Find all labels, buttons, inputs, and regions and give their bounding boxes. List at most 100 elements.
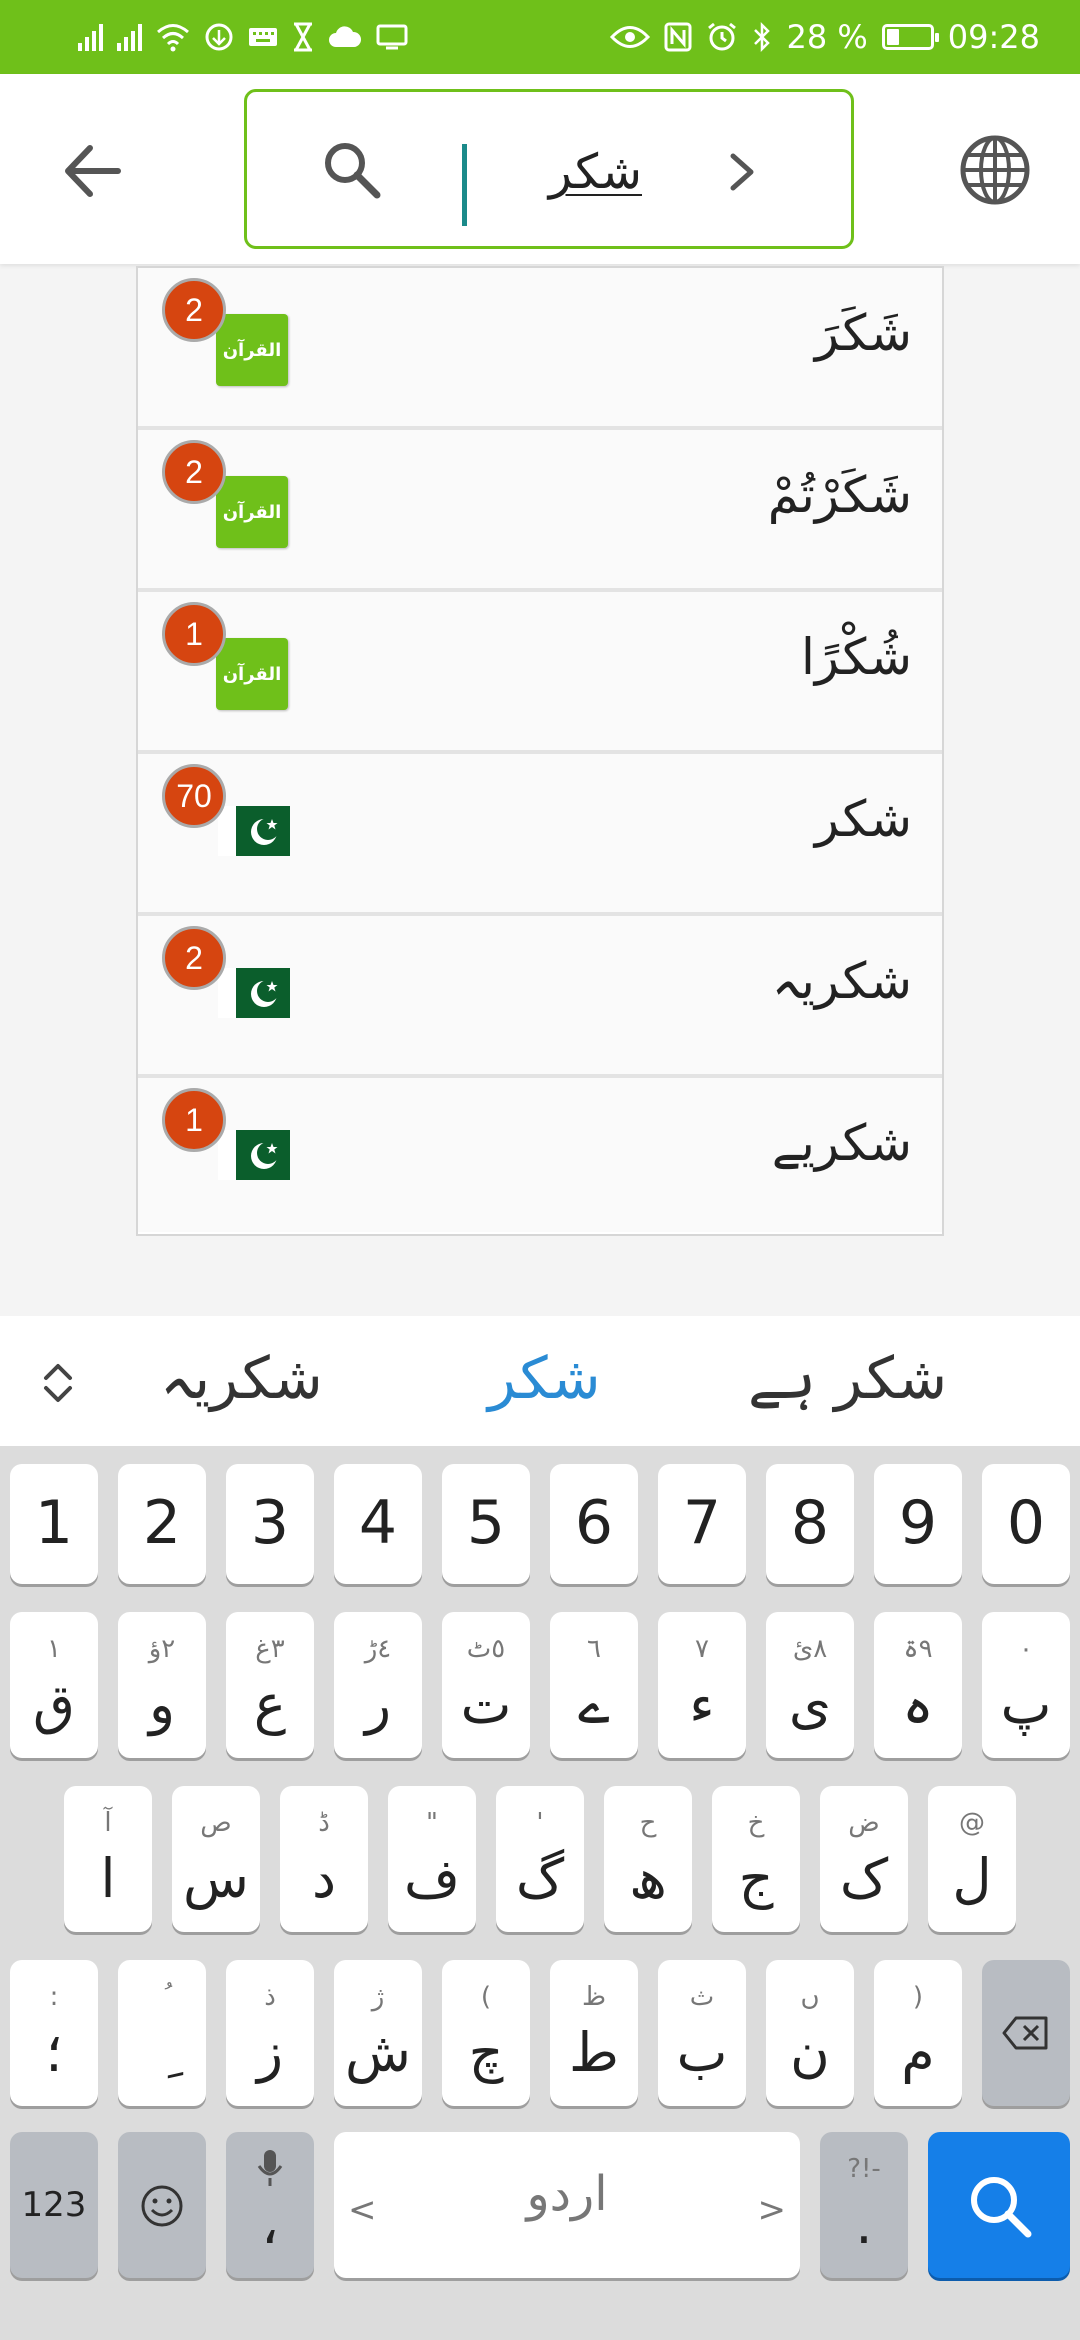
- suggestion-item[interactable]: شکریہ: [160, 1344, 323, 1412]
- number-key[interactable]: 4: [334, 1464, 422, 1584]
- key-label: 8: [790, 1488, 830, 1558]
- alarm-icon: [708, 22, 737, 51]
- key-hint: @: [959, 1808, 985, 1838]
- letter-key[interactable]: : ؛: [10, 1960, 98, 2106]
- count-badge: 1: [162, 1088, 226, 1152]
- number-key[interactable]: 6: [550, 1464, 638, 1584]
- key-label: ش: [345, 2021, 411, 2084]
- count-badge: 70: [162, 764, 226, 828]
- letter-key[interactable]: ٥ٹ ت: [442, 1612, 530, 1758]
- letter-key[interactable]: (چ: [442, 1960, 530, 2106]
- result-row[interactable]: 2 شکریہ: [138, 916, 942, 1078]
- space-key[interactable]: < اردو >: [334, 2132, 800, 2278]
- result-row[interactable]: 1 شکریے: [138, 1078, 942, 1232]
- emoji-key[interactable]: [118, 2132, 206, 2278]
- number-key[interactable]: 1: [10, 1464, 98, 1584]
- letter-key[interactable]: @ ل: [928, 1786, 1016, 1932]
- globe-icon[interactable]: [958, 133, 1032, 207]
- letter-key[interactable]: ثب: [658, 1960, 746, 2106]
- count-badge: 2: [162, 926, 226, 990]
- clock: 09:28: [947, 18, 1040, 56]
- letter-key[interactable]: ُِ: [118, 1960, 206, 2106]
- key-label: ھ: [629, 1847, 667, 1910]
- number-key[interactable]: 7: [658, 1464, 746, 1584]
- letter-key[interactable]: ٦ے: [550, 1612, 638, 1758]
- key-label: ف: [404, 1847, 460, 1910]
- period-key[interactable]: ?!- .: [820, 2132, 908, 2278]
- number-key[interactable]: 8: [766, 1464, 854, 1584]
- key-hint: ': [536, 1808, 544, 1838]
- search-input[interactable]: شکر: [442, 130, 642, 214]
- voice-comma-key[interactable]: ،: [226, 2132, 314, 2278]
- key-hint: :: [49, 1982, 59, 2012]
- letter-key[interactable]: " ف: [388, 1786, 476, 1932]
- number-key[interactable]: 5: [442, 1464, 530, 1584]
- result-row[interactable]: 70 شکر: [138, 754, 942, 916]
- result-row[interactable]: 2 القرآن شَکَرْتُمْ: [138, 430, 942, 592]
- letter-key[interactable]: ٧ء: [658, 1612, 746, 1758]
- key-hint: ٨ئ: [792, 1634, 828, 1664]
- search-key[interactable]: [928, 2132, 1070, 2278]
- letter-key[interactable]: ٠پ: [982, 1612, 1070, 1758]
- space-right-arrow: >: [757, 2190, 787, 2230]
- key-label: د: [311, 1847, 337, 1910]
- number-key[interactable]: 0: [982, 1464, 1070, 1584]
- search-icon[interactable]: [319, 137, 383, 201]
- letter-key[interactable]: ٨ئ ی: [766, 1612, 854, 1758]
- expand-collapse-icon[interactable]: [38, 1358, 78, 1408]
- key-label: ز: [256, 2021, 284, 2084]
- letter-key[interactable]: ژش: [334, 1960, 422, 2106]
- key-hint: ح: [639, 1808, 657, 1838]
- key-label: ء: [689, 1673, 715, 1736]
- result-word: شَکَرْتُمْ: [767, 466, 912, 524]
- back-arrow-icon[interactable]: [58, 136, 128, 206]
- wifi-icon: [157, 24, 189, 52]
- letter-key[interactable]: ںن: [766, 1960, 854, 2106]
- key-hint: ٥ٹ: [466, 1634, 506, 1664]
- key-hint: ص: [200, 1808, 232, 1838]
- backspace-icon: [1002, 2016, 1048, 2050]
- search-box[interactable]: شکر: [244, 89, 854, 249]
- key-label: ج: [738, 1847, 774, 1910]
- result-word: شکریہ: [771, 952, 912, 1010]
- key-label: 5: [466, 1488, 506, 1558]
- number-key[interactable]: 9: [874, 1464, 962, 1584]
- letter-key[interactable]: ظط: [550, 1960, 638, 2106]
- suggestion-item-active[interactable]: شکر: [488, 1344, 601, 1412]
- cloud-icon: [329, 26, 362, 47]
- letter-key[interactable]: آا: [64, 1786, 152, 1932]
- key-hint: ں: [800, 1982, 820, 2012]
- battery-icon: [881, 24, 939, 50]
- key-hint: ٦: [587, 1634, 601, 1664]
- chevron-right-icon[interactable]: [717, 142, 767, 202]
- letter-key[interactable]: ١ق: [10, 1612, 98, 1758]
- letter-key[interactable]: ڈد: [280, 1786, 368, 1932]
- key-label: ک: [839, 1847, 889, 1910]
- letter-key[interactable]: ضک: [820, 1786, 908, 1932]
- quran-icon: القرآن: [216, 314, 288, 386]
- letter-key[interactable]: ٣غ ع: [226, 1612, 314, 1758]
- suggestion-item[interactable]: شکر ہے: [748, 1344, 947, 1412]
- letter-key[interactable]: ) م: [874, 1960, 962, 2106]
- number-key[interactable]: 2: [118, 1464, 206, 1584]
- pakistan-flag-icon: [218, 806, 290, 856]
- letter-key[interactable]: خج: [712, 1786, 800, 1932]
- result-row[interactable]: 1 القرآن شُكْرًا: [138, 592, 942, 754]
- key-label: ل: [952, 1847, 992, 1910]
- letter-key[interactable]: ٩ۃ ہ: [874, 1612, 962, 1758]
- backspace-key[interactable]: [982, 1960, 1070, 2106]
- letter-key[interactable]: حھ: [604, 1786, 692, 1932]
- mode-123-key[interactable]: 123: [10, 2132, 98, 2278]
- number-key[interactable]: 3: [226, 1464, 314, 1584]
- letter-key[interactable]: صس: [172, 1786, 260, 1932]
- status-right: 28 % 09:28: [610, 18, 1040, 56]
- letter-key[interactable]: ٢ؤ و: [118, 1612, 206, 1758]
- letter-key[interactable]: ٤ڑ ر: [334, 1612, 422, 1758]
- letter-key[interactable]: ذز: [226, 1960, 314, 2106]
- result-row[interactable]: 2 القرآن شَکَرَ: [138, 268, 942, 430]
- key-label: ن: [790, 2021, 830, 2084]
- letter-key[interactable]: ' گ: [496, 1786, 584, 1932]
- key-label: ر: [364, 1673, 392, 1736]
- key-label: و: [148, 1673, 176, 1736]
- key-hint: ٩ۃ: [903, 1634, 933, 1664]
